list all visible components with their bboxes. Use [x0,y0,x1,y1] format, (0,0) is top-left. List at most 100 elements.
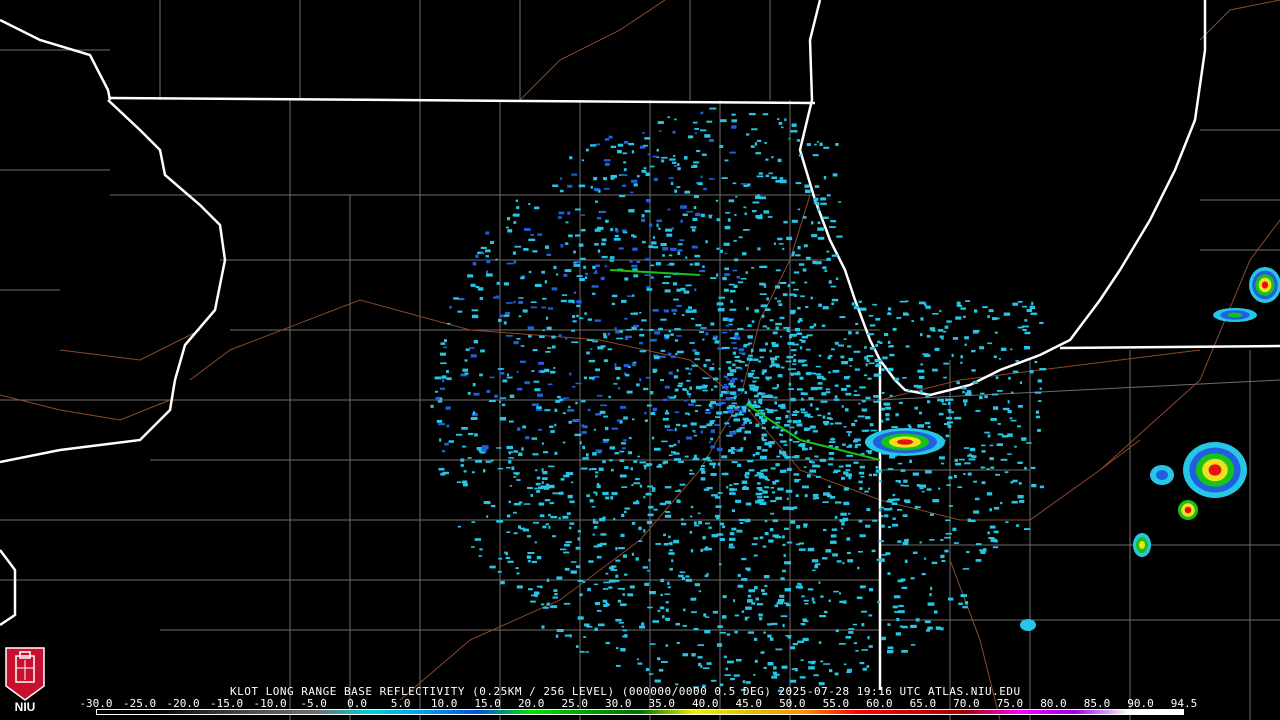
echo-pixel [554,451,558,455]
echo-pixel [601,255,608,259]
echo-pixel [682,424,688,428]
echo-pixel [835,143,839,146]
echo-pixel [824,422,829,426]
echo-pixel [506,262,514,265]
echo-pixel [815,563,821,566]
echo-pixel [624,510,627,513]
echo-pixel [643,495,646,499]
echo-pixel [658,227,661,230]
echo-pixel [775,179,781,183]
echo-pixel [875,344,879,347]
echo-pixel [528,588,533,591]
echo-pixel [509,485,512,487]
echo-pixel [541,270,545,274]
echo-pixel [997,317,1000,320]
echo-pixel [662,417,669,421]
echo-pixel [473,411,476,415]
echo-pixel [772,481,777,485]
echo-pixel [774,604,778,608]
echo-pixel [835,629,839,633]
echo-pixel [679,239,685,241]
echo-pixel [729,484,733,487]
echo-pixel [813,674,819,677]
echo-pixel [744,616,750,619]
echo-pixel [792,441,800,443]
echo-pixel [980,392,985,395]
echo-pixel [444,442,449,446]
echo-pixel [712,465,715,469]
echo-pixel [446,377,452,381]
echo-pixel [668,535,671,538]
echo-pixel [878,558,885,562]
echo-pixel [531,560,537,564]
echo-pixel [774,401,777,405]
storm-cells [865,267,1280,631]
echo-pixel [758,613,763,617]
echo-pixel [870,429,878,432]
echo-pixel [458,298,465,300]
echo-pixel [805,457,811,460]
echo-pixel [842,600,847,604]
echo-pixel [699,270,706,273]
echo-pixel [817,386,823,390]
echo-pixel [767,410,774,414]
echo-pixel [757,139,762,142]
echo-pixel [879,480,882,483]
echo-pixel [633,324,640,328]
echo-pixel [992,317,998,321]
echo-pixel [791,281,796,284]
echo-pixel [694,132,697,135]
echo-pixel [843,426,847,428]
echo-pixel [649,223,653,227]
echo-pixel [853,642,858,645]
echo-pixel [471,521,476,523]
echo-pixel [668,552,675,555]
echo-pixel [595,471,599,474]
echo-pixel [763,575,770,579]
echo-pixel [767,623,773,626]
echo-pixel [602,460,606,464]
echo-pixel [567,184,573,188]
echo-pixel [506,514,511,518]
echo-pixel [839,316,846,319]
echo-pixel [702,458,708,461]
echo-pixel [596,609,602,612]
echo-pixel [757,603,764,606]
echo-pixel [613,383,618,385]
echo-pixel [666,424,669,427]
echo-pixel [754,637,758,641]
echo-pixel [605,641,610,645]
echo-pixel [547,307,554,310]
echo-pixel [741,480,748,484]
echo-pixel [597,249,601,253]
echo-pixel [841,527,844,530]
echo-pixel [987,342,992,345]
echo-pixel [777,374,783,378]
echo-pixel [760,418,768,422]
echo-pixel [475,285,480,289]
echo-pixel [804,427,811,431]
echo-pixel [456,481,462,483]
storm-cell [1139,541,1145,549]
echo-pixel [1022,329,1027,331]
echo-pixel [701,470,706,474]
echo-pixel [657,121,664,124]
echo-pixel [755,215,762,219]
echo-pixel [904,539,907,543]
echo-pixel [770,487,775,489]
echo-pixel [506,466,511,469]
echo-pixel [595,264,600,267]
echo-pixel [788,388,794,390]
echo-pixel [830,220,837,223]
echo-pixel [880,419,884,423]
echo-pixel [616,376,620,380]
echo-pixel [621,625,625,628]
echo-pixel [600,276,605,281]
echo-pixel [685,284,692,287]
echo-pixel [568,405,571,409]
echo-pixel [731,509,735,513]
echo-pixel [678,574,684,578]
echo-pixel [847,559,854,563]
echo-pixel [602,599,608,603]
echo-pixel [659,355,666,358]
